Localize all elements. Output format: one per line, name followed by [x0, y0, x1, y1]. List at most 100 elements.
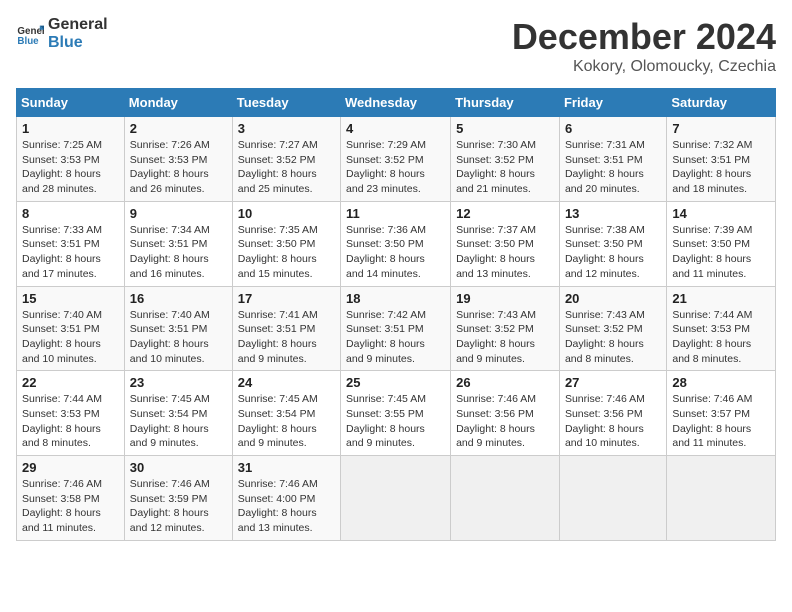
calendar-cell: 15 Sunrise: 7:40 AMSunset: 3:51 PMDaylig… — [17, 286, 125, 371]
calendar-cell: 7 Sunrise: 7:32 AMSunset: 3:51 PMDayligh… — [667, 117, 776, 202]
col-header-sunday: Sunday — [17, 89, 125, 117]
calendar-cell: 3 Sunrise: 7:27 AMSunset: 3:52 PMDayligh… — [232, 117, 340, 202]
calendar-cell: 20 Sunrise: 7:43 AMSunset: 3:52 PMDaylig… — [559, 286, 666, 371]
day-number: 22 — [22, 375, 119, 390]
day-number: 19 — [456, 291, 554, 306]
day-number: 1 — [22, 121, 119, 136]
calendar-cell: 6 Sunrise: 7:31 AMSunset: 3:51 PMDayligh… — [559, 117, 666, 202]
day-info: Sunrise: 7:41 AMSunset: 3:51 PMDaylight:… — [238, 308, 335, 367]
day-number: 8 — [22, 206, 119, 221]
calendar-cell: 30 Sunrise: 7:46 AMSunset: 3:59 PMDaylig… — [124, 456, 232, 541]
calendar-cell: 25 Sunrise: 7:45 AMSunset: 3:55 PMDaylig… — [341, 371, 451, 456]
calendar-cell: 21 Sunrise: 7:44 AMSunset: 3:53 PMDaylig… — [667, 286, 776, 371]
calendar-cell: 10 Sunrise: 7:35 AMSunset: 3:50 PMDaylig… — [232, 201, 340, 286]
day-info: Sunrise: 7:46 AMSunset: 3:57 PMDaylight:… — [672, 392, 770, 451]
calendar-cell: 23 Sunrise: 7:45 AMSunset: 3:54 PMDaylig… — [124, 371, 232, 456]
day-number: 25 — [346, 375, 445, 390]
day-number: 31 — [238, 460, 335, 475]
calendar-cell: 24 Sunrise: 7:45 AMSunset: 3:54 PMDaylig… — [232, 371, 340, 456]
day-number: 30 — [130, 460, 227, 475]
calendar-week-row: 8 Sunrise: 7:33 AMSunset: 3:51 PMDayligh… — [17, 201, 776, 286]
day-info: Sunrise: 7:30 AMSunset: 3:52 PMDaylight:… — [456, 138, 554, 197]
logo-icon: General Blue — [16, 20, 44, 48]
calendar-cell — [667, 456, 776, 541]
calendar-cell: 28 Sunrise: 7:46 AMSunset: 3:57 PMDaylig… — [667, 371, 776, 456]
day-number: 16 — [130, 291, 227, 306]
day-number: 29 — [22, 460, 119, 475]
day-info: Sunrise: 7:26 AMSunset: 3:53 PMDaylight:… — [130, 138, 227, 197]
day-number: 24 — [238, 375, 335, 390]
calendar-cell: 11 Sunrise: 7:36 AMSunset: 3:50 PMDaylig… — [341, 201, 451, 286]
calendar-table: SundayMondayTuesdayWednesdayThursdayFrid… — [16, 88, 776, 541]
calendar-week-row: 1 Sunrise: 7:25 AMSunset: 3:53 PMDayligh… — [17, 117, 776, 202]
calendar-week-row: 29 Sunrise: 7:46 AMSunset: 3:58 PMDaylig… — [17, 456, 776, 541]
day-info: Sunrise: 7:45 AMSunset: 3:54 PMDaylight:… — [238, 392, 335, 451]
day-info: Sunrise: 7:46 AMSunset: 3:56 PMDaylight:… — [565, 392, 661, 451]
col-header-saturday: Saturday — [667, 89, 776, 117]
day-info: Sunrise: 7:45 AMSunset: 3:55 PMDaylight:… — [346, 392, 445, 451]
calendar-cell: 14 Sunrise: 7:39 AMSunset: 3:50 PMDaylig… — [667, 201, 776, 286]
calendar-cell: 17 Sunrise: 7:41 AMSunset: 3:51 PMDaylig… — [232, 286, 340, 371]
calendar-cell: 13 Sunrise: 7:38 AMSunset: 3:50 PMDaylig… — [559, 201, 666, 286]
calendar-week-row: 15 Sunrise: 7:40 AMSunset: 3:51 PMDaylig… — [17, 286, 776, 371]
day-number: 23 — [130, 375, 227, 390]
day-info: Sunrise: 7:35 AMSunset: 3:50 PMDaylight:… — [238, 223, 335, 282]
calendar-cell: 8 Sunrise: 7:33 AMSunset: 3:51 PMDayligh… — [17, 201, 125, 286]
day-info: Sunrise: 7:45 AMSunset: 3:54 PMDaylight:… — [130, 392, 227, 451]
day-info: Sunrise: 7:37 AMSunset: 3:50 PMDaylight:… — [456, 223, 554, 282]
day-info: Sunrise: 7:46 AMSunset: 3:58 PMDaylight:… — [22, 477, 119, 536]
day-info: Sunrise: 7:44 AMSunset: 3:53 PMDaylight:… — [672, 308, 770, 367]
day-number: 11 — [346, 206, 445, 221]
day-number: 20 — [565, 291, 661, 306]
calendar-cell: 22 Sunrise: 7:44 AMSunset: 3:53 PMDaylig… — [17, 371, 125, 456]
calendar-cell: 29 Sunrise: 7:46 AMSunset: 3:58 PMDaylig… — [17, 456, 125, 541]
day-info: Sunrise: 7:43 AMSunset: 3:52 PMDaylight:… — [565, 308, 661, 367]
calendar-cell: 9 Sunrise: 7:34 AMSunset: 3:51 PMDayligh… — [124, 201, 232, 286]
page-header: General Blue General Blue December 2024 … — [16, 16, 776, 76]
day-info: Sunrise: 7:46 AMSunset: 3:56 PMDaylight:… — [456, 392, 554, 451]
day-info: Sunrise: 7:40 AMSunset: 3:51 PMDaylight:… — [130, 308, 227, 367]
day-number: 17 — [238, 291, 335, 306]
day-info: Sunrise: 7:31 AMSunset: 3:51 PMDaylight:… — [565, 138, 661, 197]
day-number: 15 — [22, 291, 119, 306]
col-header-wednesday: Wednesday — [341, 89, 451, 117]
day-info: Sunrise: 7:40 AMSunset: 3:51 PMDaylight:… — [22, 308, 119, 367]
calendar-cell: 19 Sunrise: 7:43 AMSunset: 3:52 PMDaylig… — [451, 286, 560, 371]
day-info: Sunrise: 7:46 AMSunset: 3:59 PMDaylight:… — [130, 477, 227, 536]
day-number: 7 — [672, 121, 770, 136]
day-info: Sunrise: 7:42 AMSunset: 3:51 PMDaylight:… — [346, 308, 445, 367]
day-number: 26 — [456, 375, 554, 390]
calendar-cell: 2 Sunrise: 7:26 AMSunset: 3:53 PMDayligh… — [124, 117, 232, 202]
calendar-cell: 18 Sunrise: 7:42 AMSunset: 3:51 PMDaylig… — [341, 286, 451, 371]
day-number: 27 — [565, 375, 661, 390]
calendar-header-row: SundayMondayTuesdayWednesdayThursdayFrid… — [17, 89, 776, 117]
day-number: 14 — [672, 206, 770, 221]
day-info: Sunrise: 7:36 AMSunset: 3:50 PMDaylight:… — [346, 223, 445, 282]
col-header-friday: Friday — [559, 89, 666, 117]
day-number: 2 — [130, 121, 227, 136]
logo-general: General — [48, 16, 108, 33]
calendar-cell — [451, 456, 560, 541]
day-info: Sunrise: 7:33 AMSunset: 3:51 PMDaylight:… — [22, 223, 119, 282]
day-number: 9 — [130, 206, 227, 221]
calendar-cell: 26 Sunrise: 7:46 AMSunset: 3:56 PMDaylig… — [451, 371, 560, 456]
calendar-cell: 4 Sunrise: 7:29 AMSunset: 3:52 PMDayligh… — [341, 117, 451, 202]
logo: General Blue General Blue — [16, 16, 108, 51]
day-number: 4 — [346, 121, 445, 136]
day-number: 28 — [672, 375, 770, 390]
day-info: Sunrise: 7:44 AMSunset: 3:53 PMDaylight:… — [22, 392, 119, 451]
calendar-week-row: 22 Sunrise: 7:44 AMSunset: 3:53 PMDaylig… — [17, 371, 776, 456]
col-header-monday: Monday — [124, 89, 232, 117]
logo-blue: Blue — [48, 34, 108, 52]
calendar-cell: 5 Sunrise: 7:30 AMSunset: 3:52 PMDayligh… — [451, 117, 560, 202]
day-number: 3 — [238, 121, 335, 136]
month-year-title: December 2024 — [512, 16, 776, 58]
day-info: Sunrise: 7:27 AMSunset: 3:52 PMDaylight:… — [238, 138, 335, 197]
day-info: Sunrise: 7:46 AMSunset: 4:00 PMDaylight:… — [238, 477, 335, 536]
day-info: Sunrise: 7:34 AMSunset: 3:51 PMDaylight:… — [130, 223, 227, 282]
calendar-cell — [559, 456, 666, 541]
day-number: 5 — [456, 121, 554, 136]
location-subtitle: Kokory, Olomoucky, Czechia — [512, 58, 776, 76]
day-number: 13 — [565, 206, 661, 221]
svg-text:Blue: Blue — [17, 35, 39, 46]
